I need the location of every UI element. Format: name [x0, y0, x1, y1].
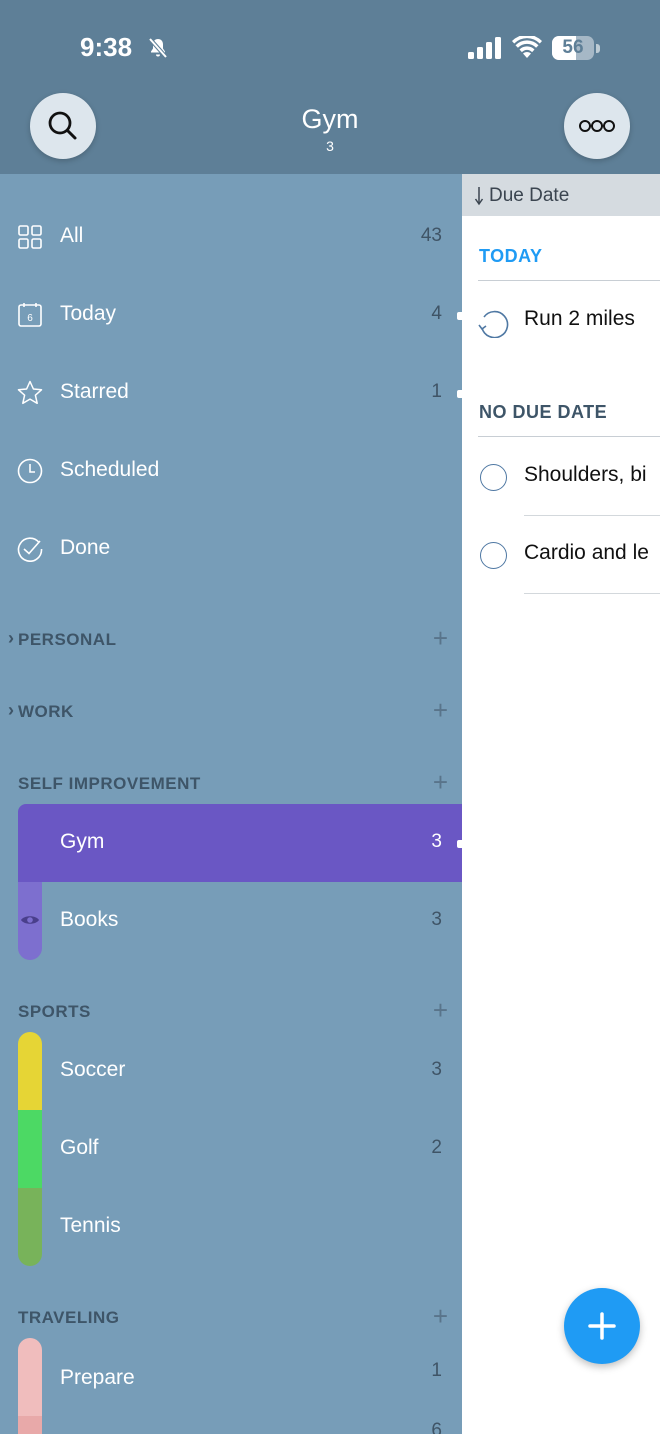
group-self-improvement[interactable]: SELF IMPROVEMENT + [18, 768, 448, 798]
group-label: PERSONAL [18, 630, 117, 649]
sidebar-item-soccer[interactable]: Soccer 3 [18, 1032, 462, 1110]
search-button[interactable] [30, 93, 96, 159]
task-checkbox[interactable] [480, 464, 507, 491]
clock-icon [17, 458, 43, 484]
group-label: SELF IMPROVEMENT [18, 774, 201, 793]
list-label: Golf [60, 1136, 99, 1159]
chevron-right-icon: › [8, 628, 14, 648]
sidebar-item-scheduled[interactable]: Scheduled [0, 432, 462, 510]
list-color-bar [18, 1416, 42, 1434]
list-count: 3 [431, 909, 442, 930]
sidebar-item-tennis[interactable]: Tennis [18, 1188, 462, 1266]
add-task-button[interactable] [564, 1288, 640, 1364]
group-personal[interactable]: › PERSONAL + [8, 624, 448, 654]
sidebar-item-starred[interactable]: Starred 1 [0, 354, 462, 432]
more-icon [579, 120, 615, 132]
sidebar-item-label: Scheduled [60, 458, 160, 481]
divider [478, 436, 660, 437]
status-time: 9:38 [80, 32, 133, 62]
sidebar-item-label: Starred [60, 380, 129, 403]
list-count: 2 [431, 1137, 442, 1158]
wifi-icon [512, 36, 542, 58]
add-list-button[interactable]: + [433, 696, 448, 724]
sidebar-item-today[interactable]: 6 Today 4 [0, 276, 462, 354]
grid-icon [18, 225, 42, 249]
group-traveling[interactable]: TRAVELING + [18, 1302, 448, 1332]
task-checkbox[interactable] [480, 542, 507, 569]
eye-icon [21, 916, 39, 924]
list-count: 1 [431, 1360, 442, 1381]
add-list-button[interactable]: + [433, 996, 448, 1024]
group-work[interactable]: › WORK + [8, 696, 448, 726]
list-color-bar [18, 1338, 42, 1416]
sidebar-item-done[interactable]: Done [0, 510, 462, 588]
search-icon [48, 111, 77, 140]
list-color-bar [18, 1032, 42, 1110]
task-panel: Due Date TODAY Run 2 miles NO DUE DATE S… [462, 174, 660, 1434]
chevron-right-icon: › [8, 700, 14, 720]
list-count: 6 [431, 1420, 442, 1434]
divider [524, 593, 660, 594]
sidebar-item-gym[interactable]: Gym 3 [18, 804, 462, 882]
list-color-bar [18, 1110, 42, 1188]
sidebar-item-label: Today [60, 302, 117, 325]
task-title: Shoulders, bi [524, 463, 647, 486]
list-count: 3 [431, 831, 442, 852]
status-bar: 9:38 56 [0, 0, 660, 90]
sort-bar[interactable]: Due Date [462, 174, 660, 216]
sidebar-item-count: 1 [431, 381, 442, 402]
task-row[interactable]: Shoulders, bi [462, 438, 660, 516]
sidebar-item-all[interactable]: All 43 [0, 198, 462, 276]
sort-label: Due Date [489, 185, 570, 206]
sidebar-item-label: All [60, 224, 84, 247]
group-sports[interactable]: SPORTS + [18, 996, 448, 1026]
group-header-today: TODAY [479, 246, 543, 266]
page-count: 3 [326, 138, 334, 154]
check-circle-icon [17, 537, 43, 562]
task-row[interactable]: Cardio and le [462, 516, 660, 594]
list-label: Gym [60, 830, 105, 853]
sidebar-item-label: Done [60, 536, 111, 559]
sidebar-item-golf[interactable]: Golf 2 [18, 1110, 462, 1188]
divider [478, 280, 660, 281]
battery-indicator: 56 [552, 36, 600, 60]
star-icon [17, 380, 43, 405]
sidebar-item-count: 43 [420, 225, 442, 246]
list-label: Prepare [60, 1366, 135, 1389]
task-title: Run 2 miles [524, 307, 635, 330]
group-label: WORK [18, 702, 74, 721]
bell-muted-icon [148, 37, 168, 59]
add-list-button[interactable]: + [433, 768, 448, 796]
calendar-icon: 6 [18, 303, 42, 327]
sidebar-item-traveling-2[interactable]: 6 [18, 1416, 462, 1434]
group-header-no-due-date: NO DUE DATE [479, 402, 608, 422]
group-label: SPORTS [18, 1002, 91, 1021]
more-button[interactable] [564, 93, 630, 159]
sidebar-item-books[interactable]: Books 3 [18, 882, 462, 960]
sidebar: All 43 6 Today 4 Starred 1 Scheduled Don… [0, 174, 462, 1434]
list-color-bar [18, 1188, 42, 1266]
list-label: Soccer [60, 1058, 126, 1081]
task-title: Cardio and le [524, 541, 649, 564]
signal-icon [468, 37, 501, 59]
task-row[interactable]: Run 2 miles [462, 282, 660, 360]
page-title: Gym [301, 104, 359, 134]
sidebar-item-count: 4 [431, 303, 442, 324]
list-count: 3 [431, 1059, 442, 1080]
add-list-button[interactable]: + [433, 624, 448, 652]
list-label: Tennis [60, 1214, 121, 1237]
sidebar-item-prepare[interactable]: Prepare 1 [18, 1338, 462, 1416]
header: 9:38 56 Gym 3 [0, 0, 660, 174]
list-label: Books [60, 908, 119, 931]
group-label: TRAVELING [18, 1308, 120, 1327]
svg-text:6: 6 [27, 313, 33, 324]
recurring-checkbox-icon[interactable] [476, 308, 510, 338]
add-list-button[interactable]: + [433, 1302, 448, 1330]
sort-arrow-icon [474, 187, 484, 206]
plus-icon [588, 1312, 616, 1340]
